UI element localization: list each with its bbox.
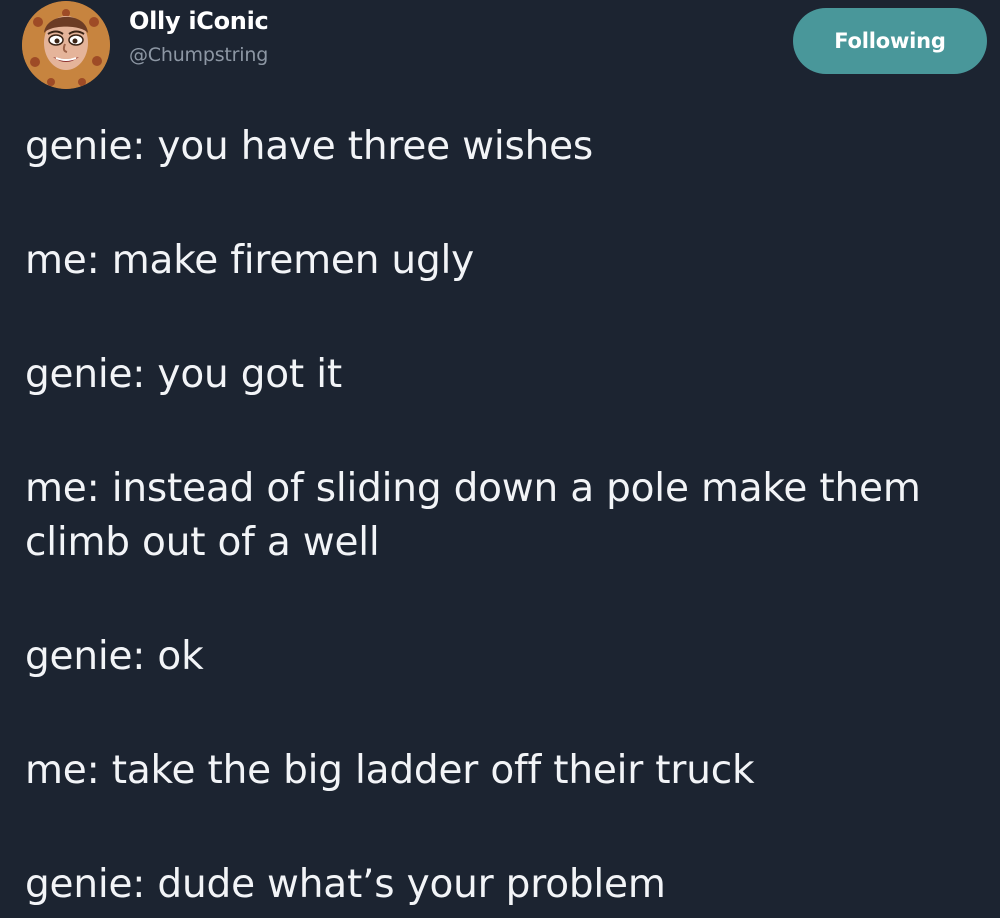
- author-info: Olly iConic @Chumpstring: [129, 6, 269, 67]
- avatar[interactable]: [22, 1, 110, 89]
- tweet-line: me: make firemen ugly: [25, 238, 475, 283]
- author-display-name[interactable]: Olly iConic: [129, 6, 269, 36]
- tweet-card: Olly iConic @Chumpstring Following genie…: [0, 0, 1000, 918]
- tweet-line: genie: dude what’s your problem: [25, 862, 666, 907]
- tweet-header: Olly iConic @Chumpstring Following: [22, 0, 988, 96]
- tweet-line: genie: ok: [25, 634, 204, 679]
- following-button[interactable]: Following: [793, 8, 987, 74]
- tweet-text: genie: you have three wishes me: make fi…: [25, 120, 975, 912]
- tweet-line: me: instead of sliding down a pole make …: [25, 466, 921, 565]
- tweet-line: genie: you got it: [25, 352, 342, 397]
- cartoon-face-avatar-icon: [22, 1, 110, 89]
- author-handle[interactable]: @Chumpstring: [129, 43, 268, 67]
- tweet-line: genie: you have three wishes: [25, 124, 594, 169]
- tweet-line: me: take the big ladder off their truck: [25, 748, 755, 793]
